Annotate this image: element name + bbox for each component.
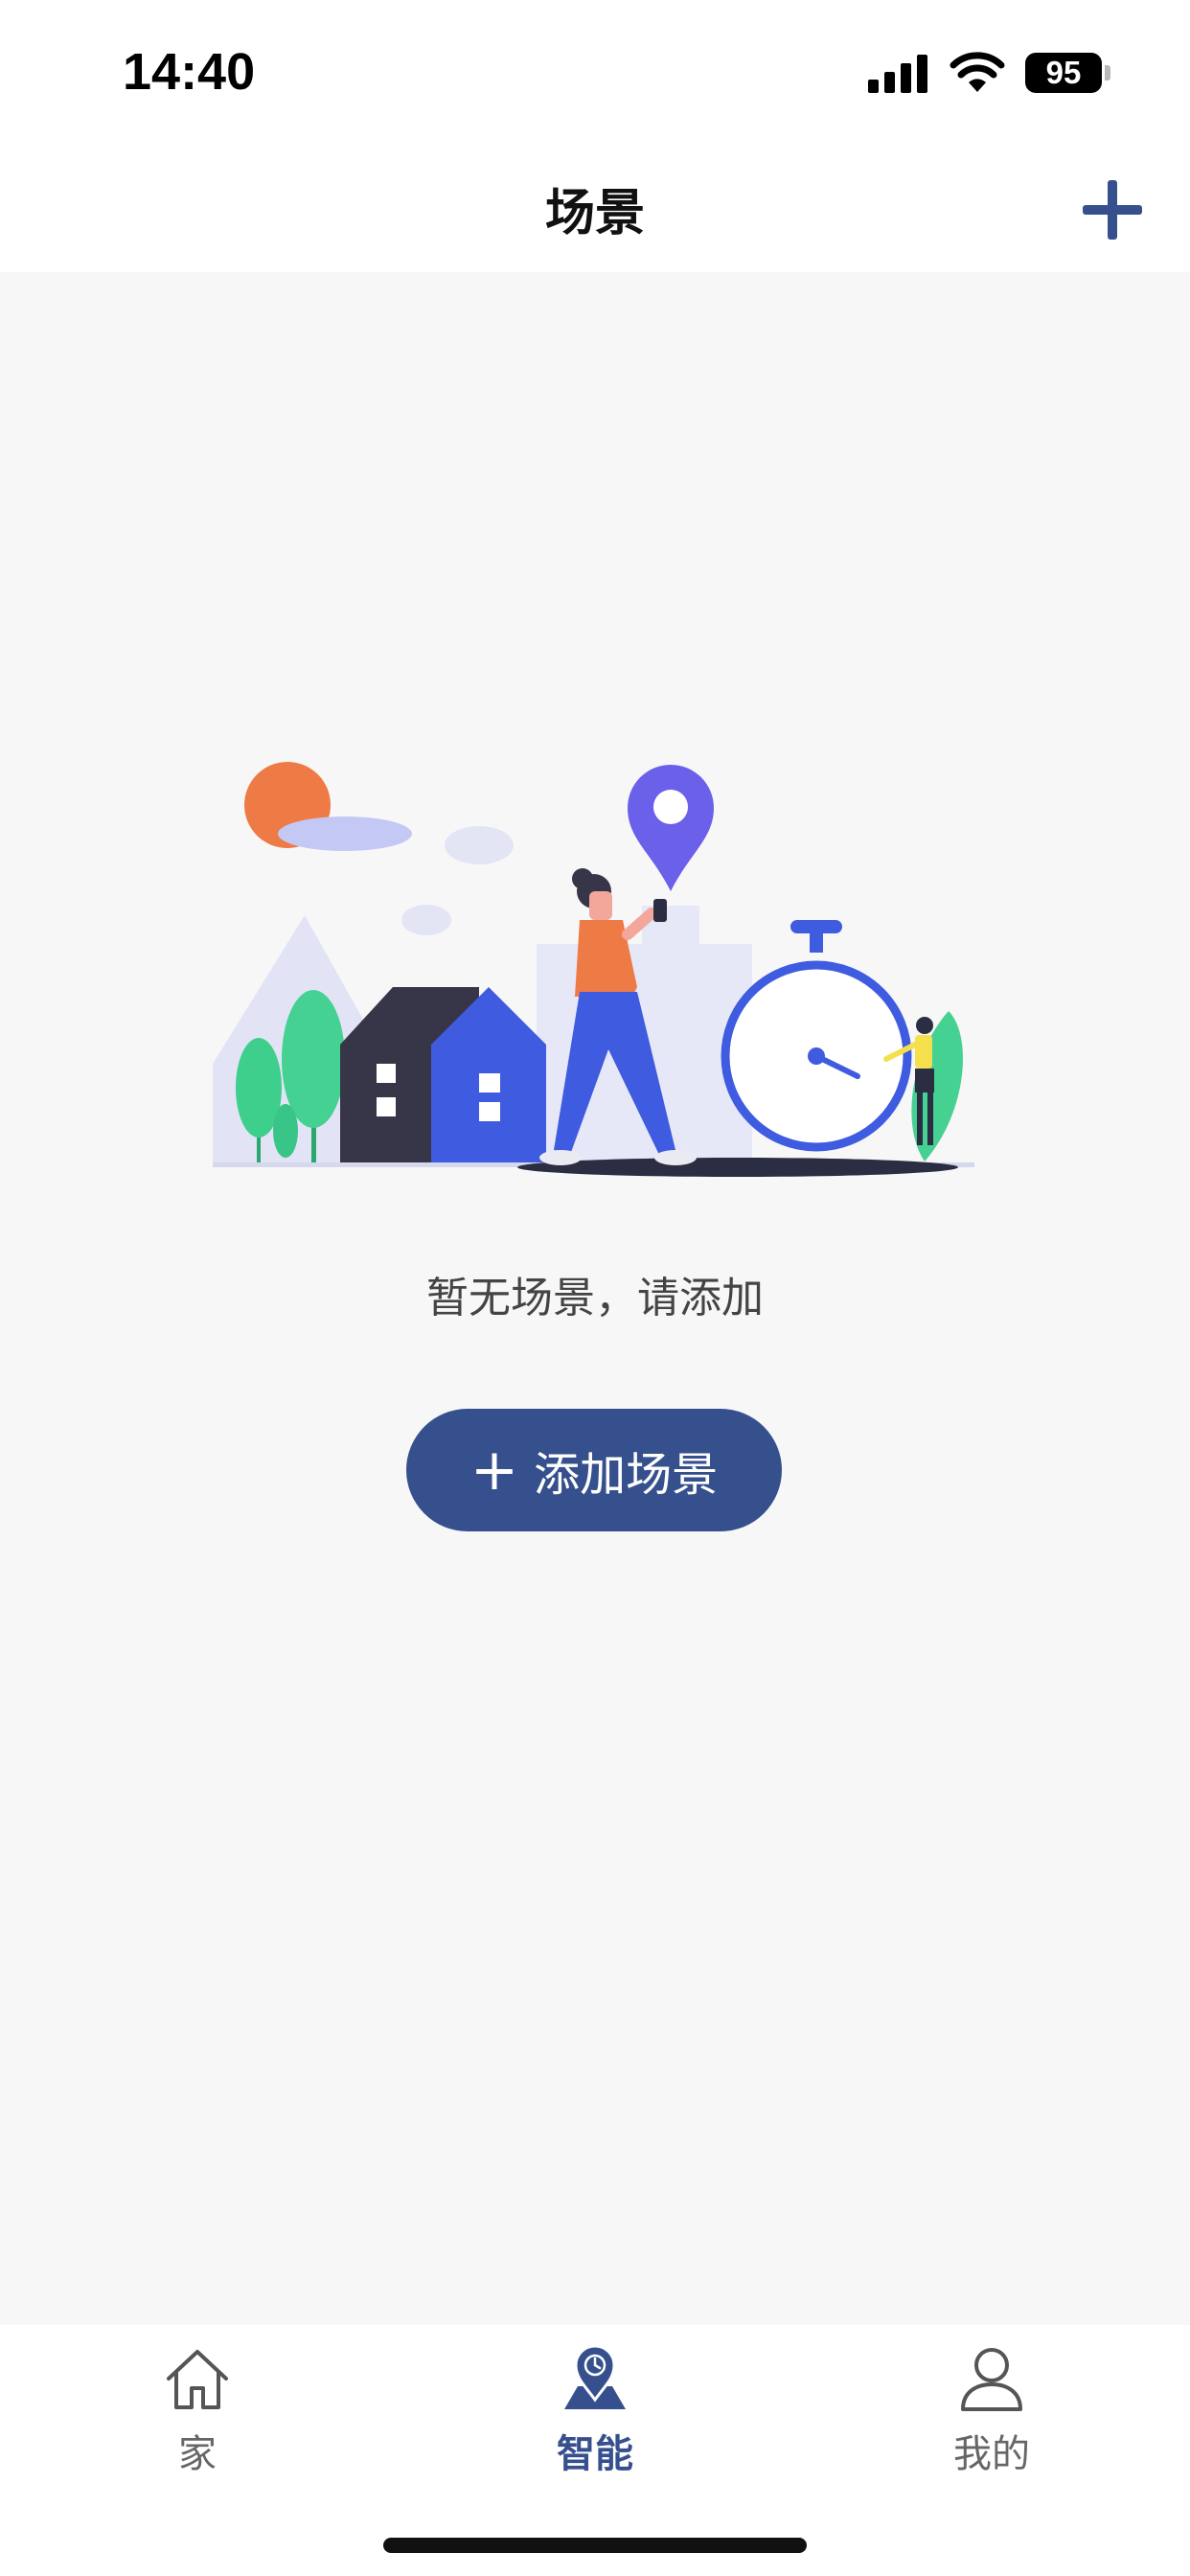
cellular-signal-icon: [868, 55, 927, 93]
tab-home-label: 家: [178, 2432, 217, 2476]
profile-icon: [961, 2348, 1022, 2411]
tab-smart[interactable]: 智能: [480, 2340, 710, 2494]
location-pin: [628, 765, 714, 891]
add-scene-button[interactable]: + 添加场景: [406, 1409, 782, 1531]
page-title: 场景: [544, 185, 645, 242]
tab-smart-label: 智能: [557, 2432, 633, 2476]
battery-icon: 95: [1025, 53, 1102, 93]
battery-cap: [1105, 65, 1110, 80]
home-icon: [167, 2350, 228, 2409]
tab-profile[interactable]: 我的: [877, 2340, 1107, 2494]
add-scene-button-label: 添加场景: [534, 1448, 719, 1502]
nav-bar: 场景: [0, 144, 1190, 272]
home-indicator[interactable]: [383, 2538, 807, 2553]
add-scene-plus-icon[interactable]: [1075, 172, 1152, 249]
cloud: [445, 826, 514, 864]
tab-profile-label: 我的: [953, 2432, 1030, 2476]
wifi-icon: [950, 52, 1005, 92]
cloud: [278, 816, 412, 851]
empty-state-message: 暂无场景，请添加: [426, 1274, 764, 1322]
status-bar: 14:40 95: [0, 0, 1190, 144]
plus-icon: +: [469, 1437, 519, 1504]
cloud: [401, 905, 451, 935]
tree: [273, 1104, 298, 1158]
empty-scene-illustration: [213, 762, 974, 1177]
tab-home[interactable]: 家: [82, 2340, 312, 2494]
smart-location-icon: [564, 2344, 626, 2409]
status-time: 14:40: [123, 43, 256, 101]
